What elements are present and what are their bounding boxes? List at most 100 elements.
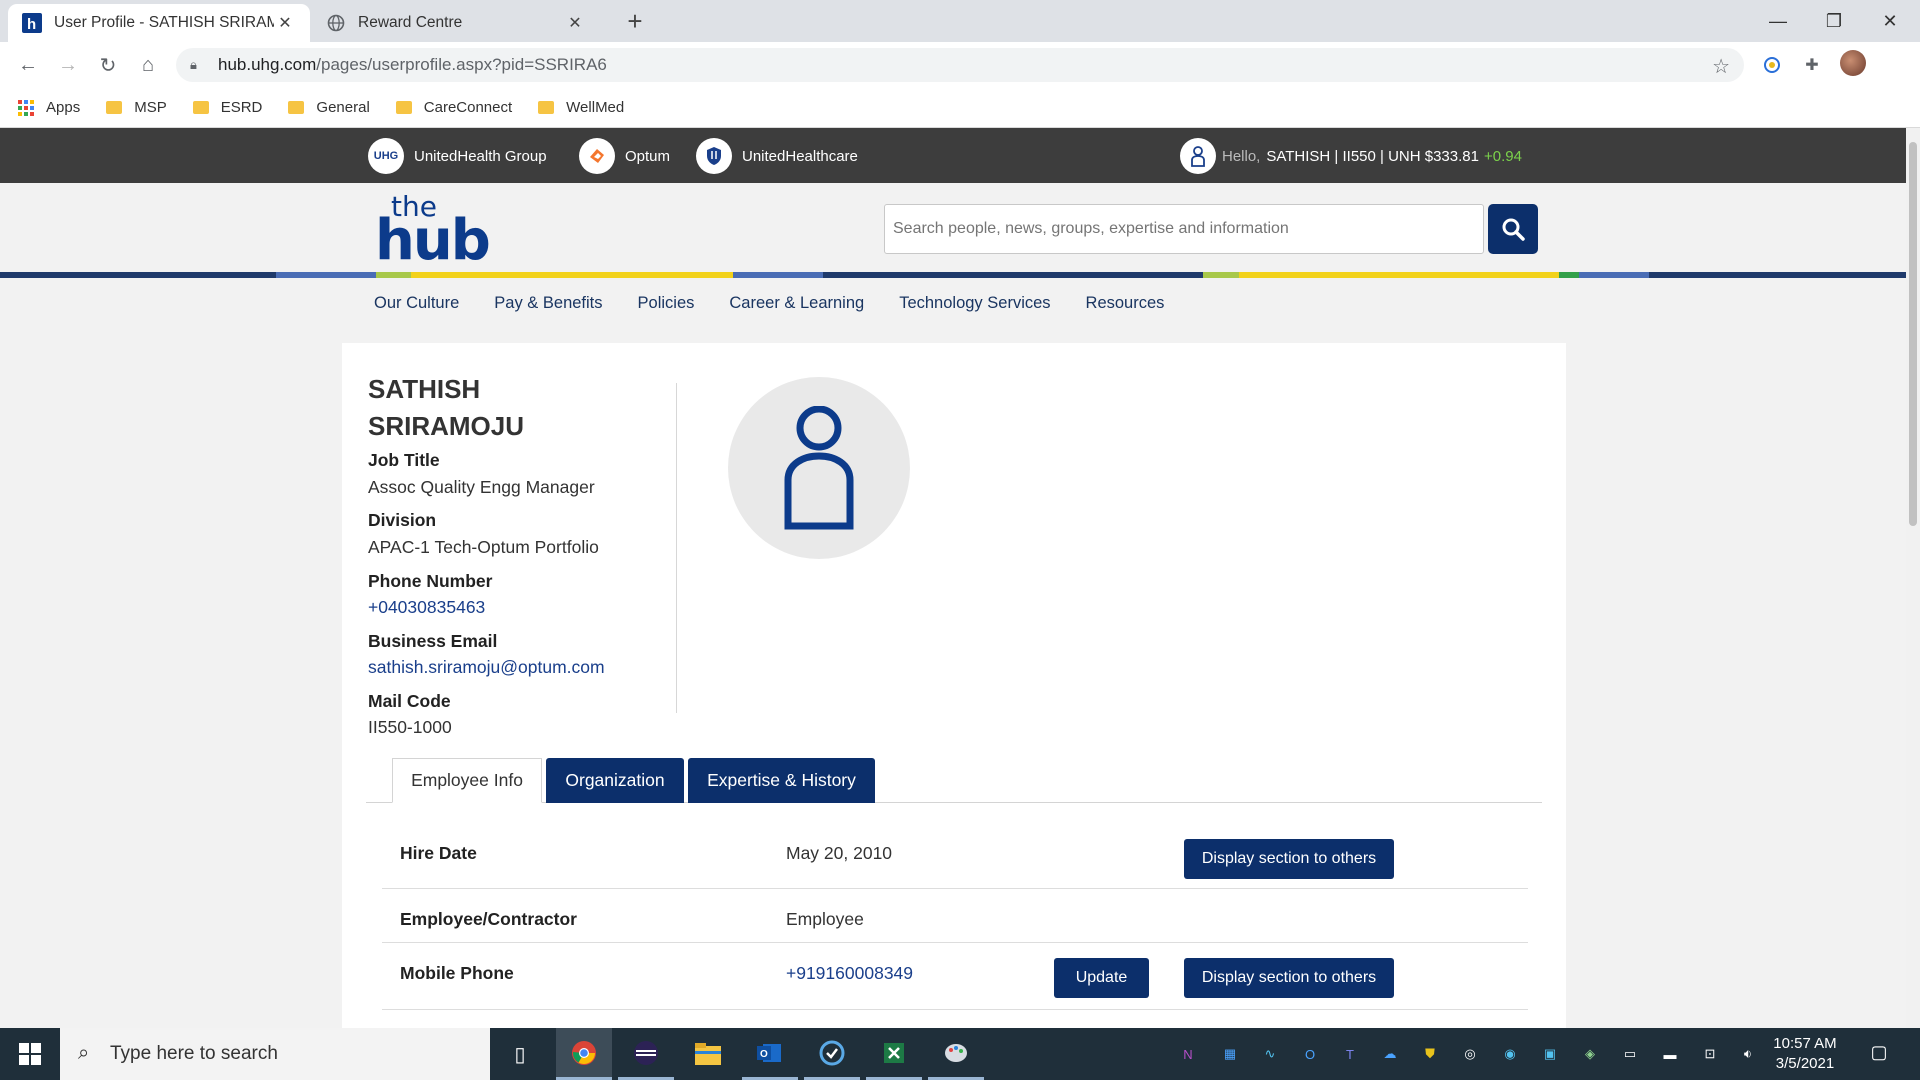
display-section-button[interactable]: Display section to others — [1184, 958, 1394, 998]
bookmark-apps[interactable]: Apps — [18, 99, 80, 116]
profile-tabs: Employee Info Organization Expertise & H… — [366, 758, 1542, 803]
user-greeting[interactable]: Hello, SATHISH | II550 | UNH $333.81 +0.… — [1180, 138, 1522, 174]
puzzle-extensions-icon[interactable]: ✚ — [1800, 53, 1824, 77]
paint-icon[interactable] — [928, 1028, 984, 1080]
browser-tab-user-profile[interactable]: h User Profile - SATHISH SRIRAMO ✕ — [8, 4, 310, 42]
phone-number-link[interactable]: +04030835463 — [368, 597, 485, 618]
network-icon[interactable]: ⊡ — [1699, 1044, 1721, 1064]
excel-icon[interactable] — [866, 1028, 922, 1080]
info-row-hire-date: Hire Date May 20, 2010 Display section t… — [382, 823, 1528, 889]
employee-contractor-label: Employee/Contractor — [400, 909, 577, 929]
new-tab-icon[interactable]: + — [620, 6, 650, 36]
extension-icon[interactable] — [1760, 53, 1784, 77]
eclipse-icon[interactable] — [618, 1028, 674, 1080]
battery-icon[interactable]: ▬ — [1659, 1044, 1681, 1064]
logo-hub: hub — [375, 208, 491, 273]
teams-tray-icon[interactable]: T — [1339, 1044, 1361, 1064]
display-section-button[interactable]: Display section to others — [1184, 839, 1394, 879]
bookmark-folder-msp[interactable]: MSP — [106, 99, 167, 116]
browser-profile-avatar[interactable] — [1840, 50, 1866, 76]
tab-employee-info[interactable]: Employee Info — [392, 758, 542, 803]
tab-organization[interactable]: Organization — [546, 758, 684, 803]
folder-icon — [538, 101, 555, 114]
bookmark-folder-general[interactable]: General — [288, 99, 370, 116]
bookmark-label: WellMed — [566, 99, 625, 116]
file-explorer-icon[interactable] — [680, 1028, 736, 1080]
chat-app-icon[interactable] — [804, 1028, 860, 1080]
brand-link-uhg[interactable]: UHG UnitedHealth Group — [368, 138, 547, 174]
browser-tab-reward-centre[interactable]: Reward Centre ✕ — [312, 4, 600, 42]
bookmarks-bar: Apps MSP ESRD General CareConnect WellMe… — [0, 88, 1920, 128]
search-button[interactable] — [1488, 204, 1538, 254]
outlook-icon[interactable]: O — [742, 1028, 798, 1080]
notifications-icon[interactable]: ▢ — [1868, 1042, 1890, 1062]
chart-tray-icon[interactable]: ∿ — [1259, 1044, 1281, 1064]
info-row-employee-contractor: Employee/Contractor Employee — [382, 889, 1528, 943]
mail-code-label: Mail Code — [368, 691, 451, 711]
volume-icon[interactable]: 🔉︎ — [1737, 1044, 1759, 1064]
security-tray-icon[interactable]: ⛊ — [1419, 1044, 1441, 1064]
chrome-icon[interactable] — [556, 1028, 612, 1080]
onenote-tray-icon[interactable]: N — [1177, 1044, 1199, 1064]
bookmark-folder-careconnect[interactable]: CareConnect — [395, 99, 513, 116]
apps-grid-icon — [18, 99, 34, 116]
folder-icon — [288, 101, 305, 114]
update-button[interactable]: Update — [1054, 958, 1149, 998]
windows-tray-icon[interactable]: ▦ — [1219, 1044, 1241, 1064]
back-icon[interactable]: ← — [14, 51, 42, 79]
close-tab-icon[interactable]: ✕ — [274, 13, 296, 33]
site-search-input[interactable] — [884, 204, 1484, 254]
unitedhealthcare-shield-icon — [696, 138, 732, 174]
taskbar-clock[interactable]: 10:57 AM 3/5/2021 — [1762, 1034, 1848, 1074]
nav-technology-services[interactable]: Technology Services — [899, 294, 1050, 313]
minimize-icon[interactable]: — — [1750, 0, 1806, 42]
home-icon[interactable]: ⌂ — [134, 51, 162, 79]
folder-icon — [106, 101, 123, 114]
app-tray-icon[interactable]: ◈ — [1579, 1044, 1601, 1064]
browser-tab-title: Reward Centre — [358, 14, 463, 31]
greeting-text: Hello, — [1222, 147, 1261, 165]
onedrive-tray-icon[interactable]: ☁ — [1379, 1044, 1401, 1064]
display-tray-icon[interactable]: ▣ — [1539, 1044, 1561, 1064]
nav-career-learning[interactable]: Career & Learning — [729, 294, 864, 313]
nav-pay-benefits[interactable]: Pay & Benefits — [494, 294, 602, 313]
browser-tab-title: User Profile - SATHISH SRIRAMO — [54, 14, 274, 31]
address-host: hub.uhg.com — [218, 55, 317, 74]
outlook-tray-icon[interactable]: O — [1299, 1044, 1321, 1064]
scrollbar-thumb[interactable] — [1909, 142, 1917, 526]
close-tab-icon[interactable]: ✕ — [564, 13, 586, 33]
restore-icon[interactable]: ❐ — [1806, 0, 1862, 42]
nav-resources[interactable]: Resources — [1086, 294, 1165, 313]
chat-tray-icon[interactable]: ◉ — [1499, 1044, 1521, 1064]
uhg-logo-icon: UHG — [368, 138, 404, 174]
corporate-top-bar: UHG UnitedHealth Group Optum UnitedHealt… — [0, 128, 1906, 183]
bookmark-folder-esrd[interactable]: ESRD — [192, 99, 262, 116]
forward-icon[interactable]: → — [54, 51, 82, 79]
clock-date: 3/5/2021 — [1775, 1055, 1835, 1072]
start-button[interactable] — [0, 1028, 60, 1080]
brand-label: Optum — [625, 147, 671, 165]
bookmark-folder-wellmed[interactable]: WellMed — [538, 99, 624, 116]
nav-our-culture[interactable]: Our Culture — [374, 294, 459, 313]
tab-expertise-history[interactable]: Expertise & History — [688, 758, 875, 803]
bookmark-label: CareConnect — [423, 99, 513, 116]
close-window-icon[interactable]: ✕ — [1862, 0, 1918, 42]
business-email-link[interactable]: sathish.sriramoju@optum.com — [368, 657, 605, 678]
optum-logo-icon — [579, 138, 615, 174]
bookmark-star-icon[interactable]: ☆ — [1712, 54, 1730, 79]
page-scrollbar[interactable] — [1906, 128, 1920, 1028]
brand-link-unitedhealthcare[interactable]: UnitedHealthcare — [696, 138, 858, 174]
the-hub-logo[interactable]: the hub — [375, 193, 491, 273]
headset-tray-icon[interactable]: ◎ — [1459, 1044, 1481, 1064]
taskbar-search-box[interactable]: ⌕ Type here to search — [60, 1028, 490, 1080]
mobile-phone-link[interactable]: +919160008349 — [786, 963, 913, 984]
job-title-label: Job Title — [368, 450, 440, 470]
device-tray-icon[interactable]: ▭ — [1619, 1044, 1641, 1064]
folder-icon — [395, 101, 412, 114]
reload-icon[interactable]: ↻ — [94, 51, 122, 79]
nav-policies[interactable]: Policies — [638, 294, 695, 313]
brand-link-optum[interactable]: Optum — [579, 138, 670, 174]
employee-contractor-value: Employee — [786, 909, 864, 929]
address-bar[interactable]: 🔒︎ hub.uhg.com/pages/userprofile.aspx?pi… — [176, 48, 1744, 82]
task-view-icon[interactable]: ▯ — [492, 1028, 548, 1080]
